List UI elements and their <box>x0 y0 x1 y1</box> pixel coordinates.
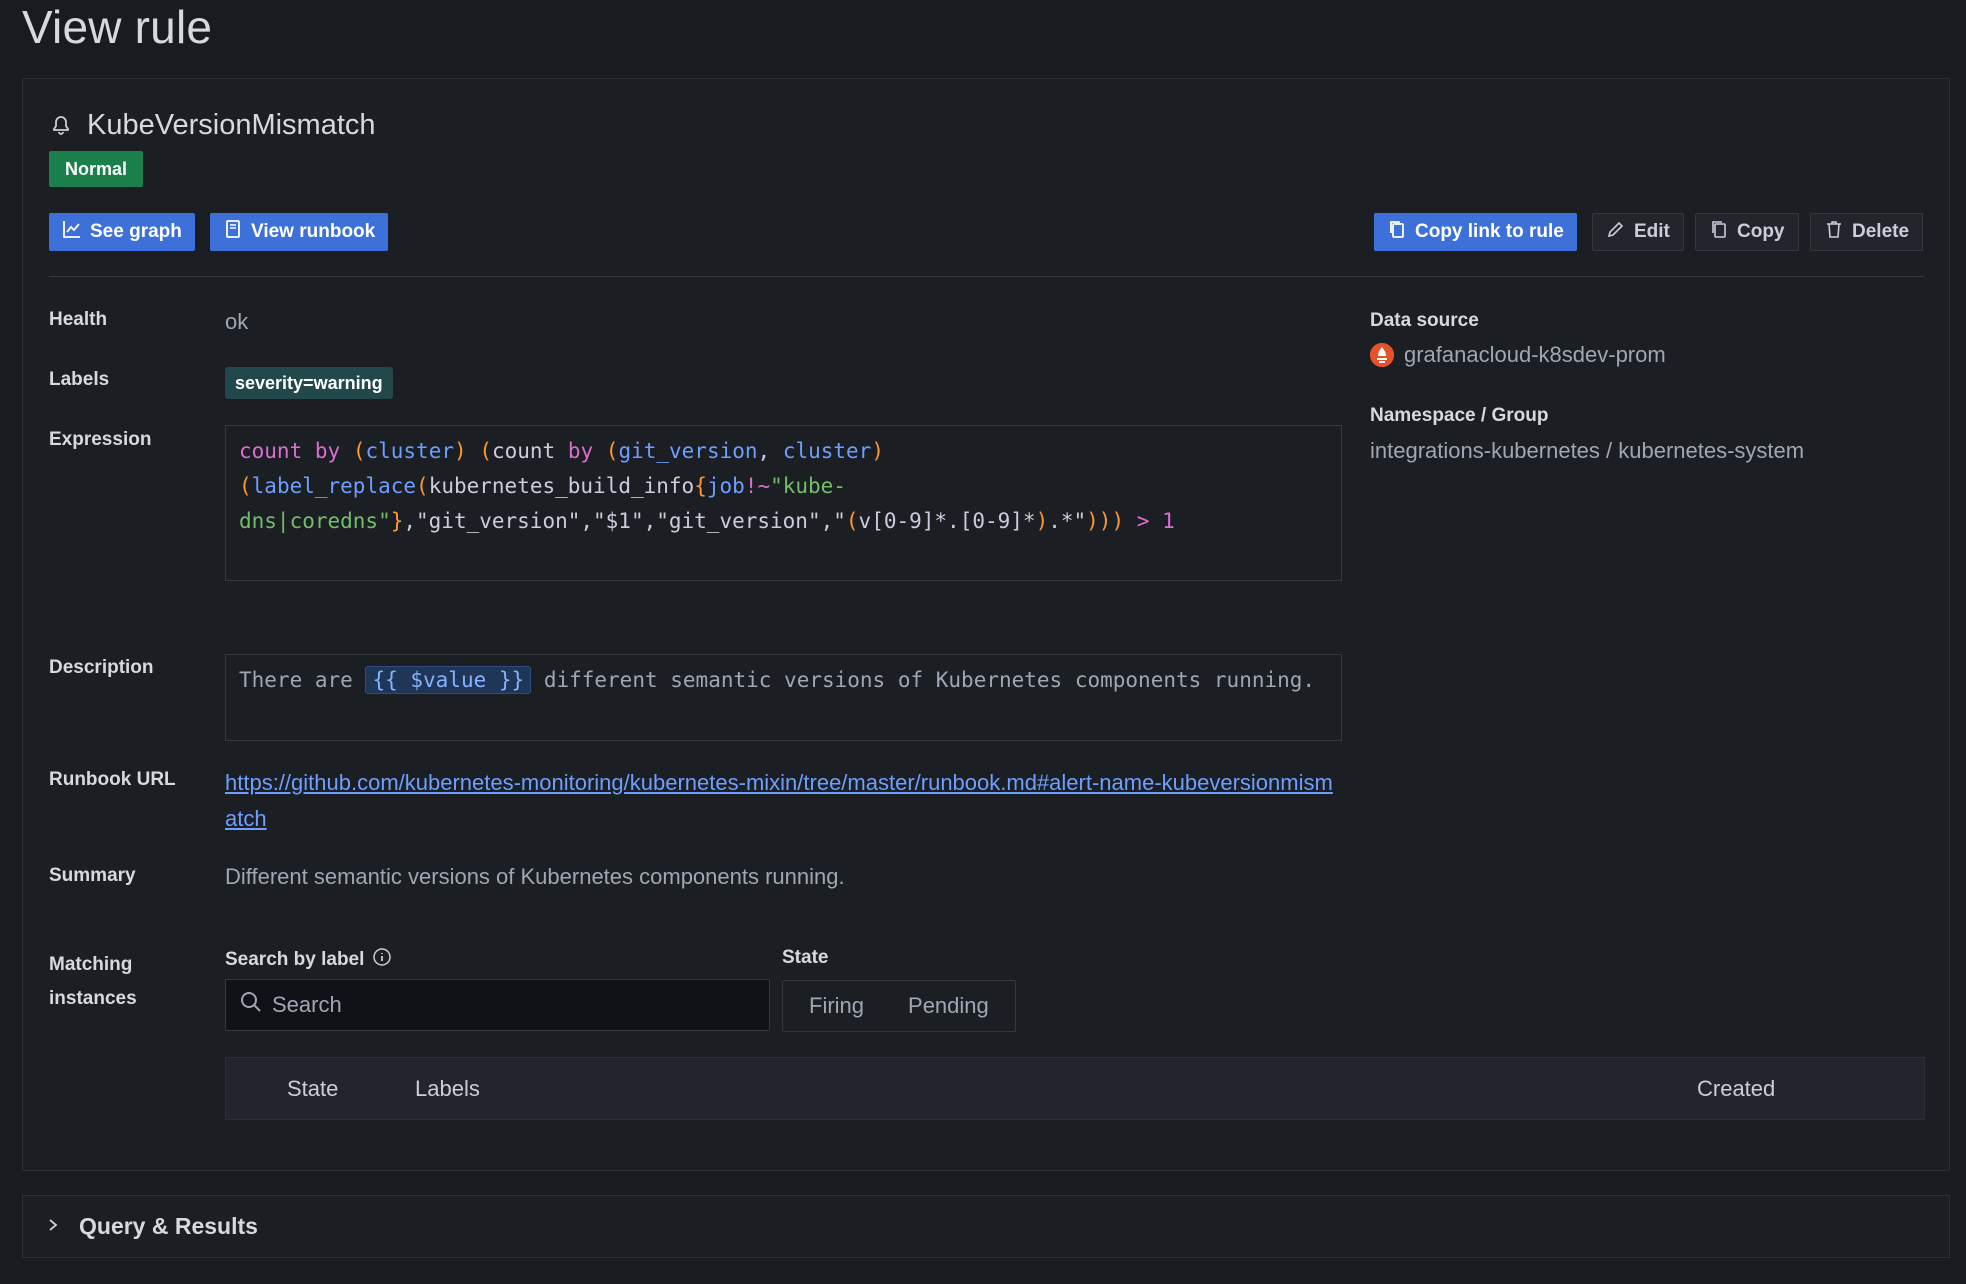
book-icon <box>223 219 243 245</box>
description-before: There are <box>239 668 353 692</box>
health-value: ok <box>225 309 249 334</box>
namespace-group-value: integrations-kubernetes / kubernetes-sys… <box>1370 438 1805 463</box>
copy-button[interactable]: Copy <box>1695 213 1799 251</box>
data-source-label: Data source <box>1370 310 1479 331</box>
state-filter: Firing Pending <box>782 980 1016 1032</box>
status-badge: Normal <box>49 151 144 187</box>
query-results-section[interactable]: Query & Results <box>22 1195 1950 1258</box>
expression-code: count by (cluster) (count by (git_versio… <box>225 425 1342 581</box>
instances-table-header: State Labels Created <box>225 1057 1925 1120</box>
runbook-url-link[interactable]: https://github.com/kubernetes-monitoring… <box>225 765 1345 837</box>
trash-icon <box>1824 219 1844 245</box>
chevron-right-icon[interactable] <box>45 1215 61 1239</box>
copy-icon <box>1709 219 1729 245</box>
delete-label: Delete <box>1852 221 1910 242</box>
label-chip: severity=warning <box>225 367 393 399</box>
rule-header: KubeVersionMismatch <box>49 109 376 142</box>
rule-details-panel: KubeVersionMismatch Normal See graph Vie… <box>22 78 1950 1171</box>
runbook-url-label: Runbook URL <box>49 769 176 790</box>
data-source-value: grafanacloud-k8sdev-prom <box>1370 342 1666 368</box>
matching-instances-label: Matching instances <box>49 954 137 1009</box>
expression-label: Expression <box>49 429 152 450</box>
copy-link-label: Copy link to rule <box>1415 221 1564 242</box>
view-runbook-button[interactable]: View runbook <box>210 213 389 251</box>
edit-button[interactable]: Edit <box>1592 213 1684 251</box>
search-by-label-text: Search by label <box>225 949 365 970</box>
edit-label: Edit <box>1634 221 1670 242</box>
copy-link-button[interactable]: Copy link to rule <box>1374 213 1577 251</box>
column-labels[interactable]: Labels <box>415 1076 480 1102</box>
delete-button[interactable]: Delete <box>1810 213 1924 251</box>
state-filter-label: State <box>782 947 829 968</box>
data-source-name: grafanacloud-k8sdev-prom <box>1404 342 1666 367</box>
state-option-pending[interactable]: Pending <box>886 993 1011 1019</box>
rule-name: KubeVersionMismatch <box>87 109 376 141</box>
column-created[interactable]: Created <box>1697 1076 1775 1102</box>
info-circle-icon[interactable] <box>372 947 392 973</box>
page-title: View rule <box>22 1 213 53</box>
search-input[interactable] <box>272 992 752 1018</box>
template-variable: {{ $value }} <box>365 666 532 694</box>
view-runbook-label: View runbook <box>251 221 376 242</box>
summary-label: Summary <box>49 865 136 886</box>
description-text: There are {{ $value }} different semanti… <box>225 654 1342 741</box>
search-icon <box>240 991 262 1019</box>
search-by-label: Search by label <box>225 947 392 973</box>
column-state[interactable]: State <box>287 1076 338 1102</box>
copy-icon <box>1387 219 1407 245</box>
description-label: Description <box>49 657 154 678</box>
prometheus-icon <box>1370 343 1394 367</box>
query-results-title: Query & Results <box>79 1213 258 1239</box>
health-label: Health <box>49 309 108 330</box>
namespace-group-label: Namespace / Group <box>1370 405 1549 426</box>
summary-value: Different semantic versions of Kubernete… <box>225 864 845 889</box>
bell-icon <box>49 114 73 138</box>
search-input-wrapper[interactable] <box>225 979 770 1031</box>
see-graph-label: See graph <box>90 221 182 242</box>
copy-label: Copy <box>1737 221 1785 242</box>
see-graph-button[interactable]: See graph <box>49 213 195 251</box>
chart-line-icon <box>62 219 82 245</box>
divider <box>49 276 1925 277</box>
state-option-firing[interactable]: Firing <box>787 993 886 1019</box>
pencil-icon <box>1606 219 1626 245</box>
labels-label: Labels <box>49 369 110 390</box>
description-after: different semantic versions of Kubernete… <box>543 668 1316 692</box>
